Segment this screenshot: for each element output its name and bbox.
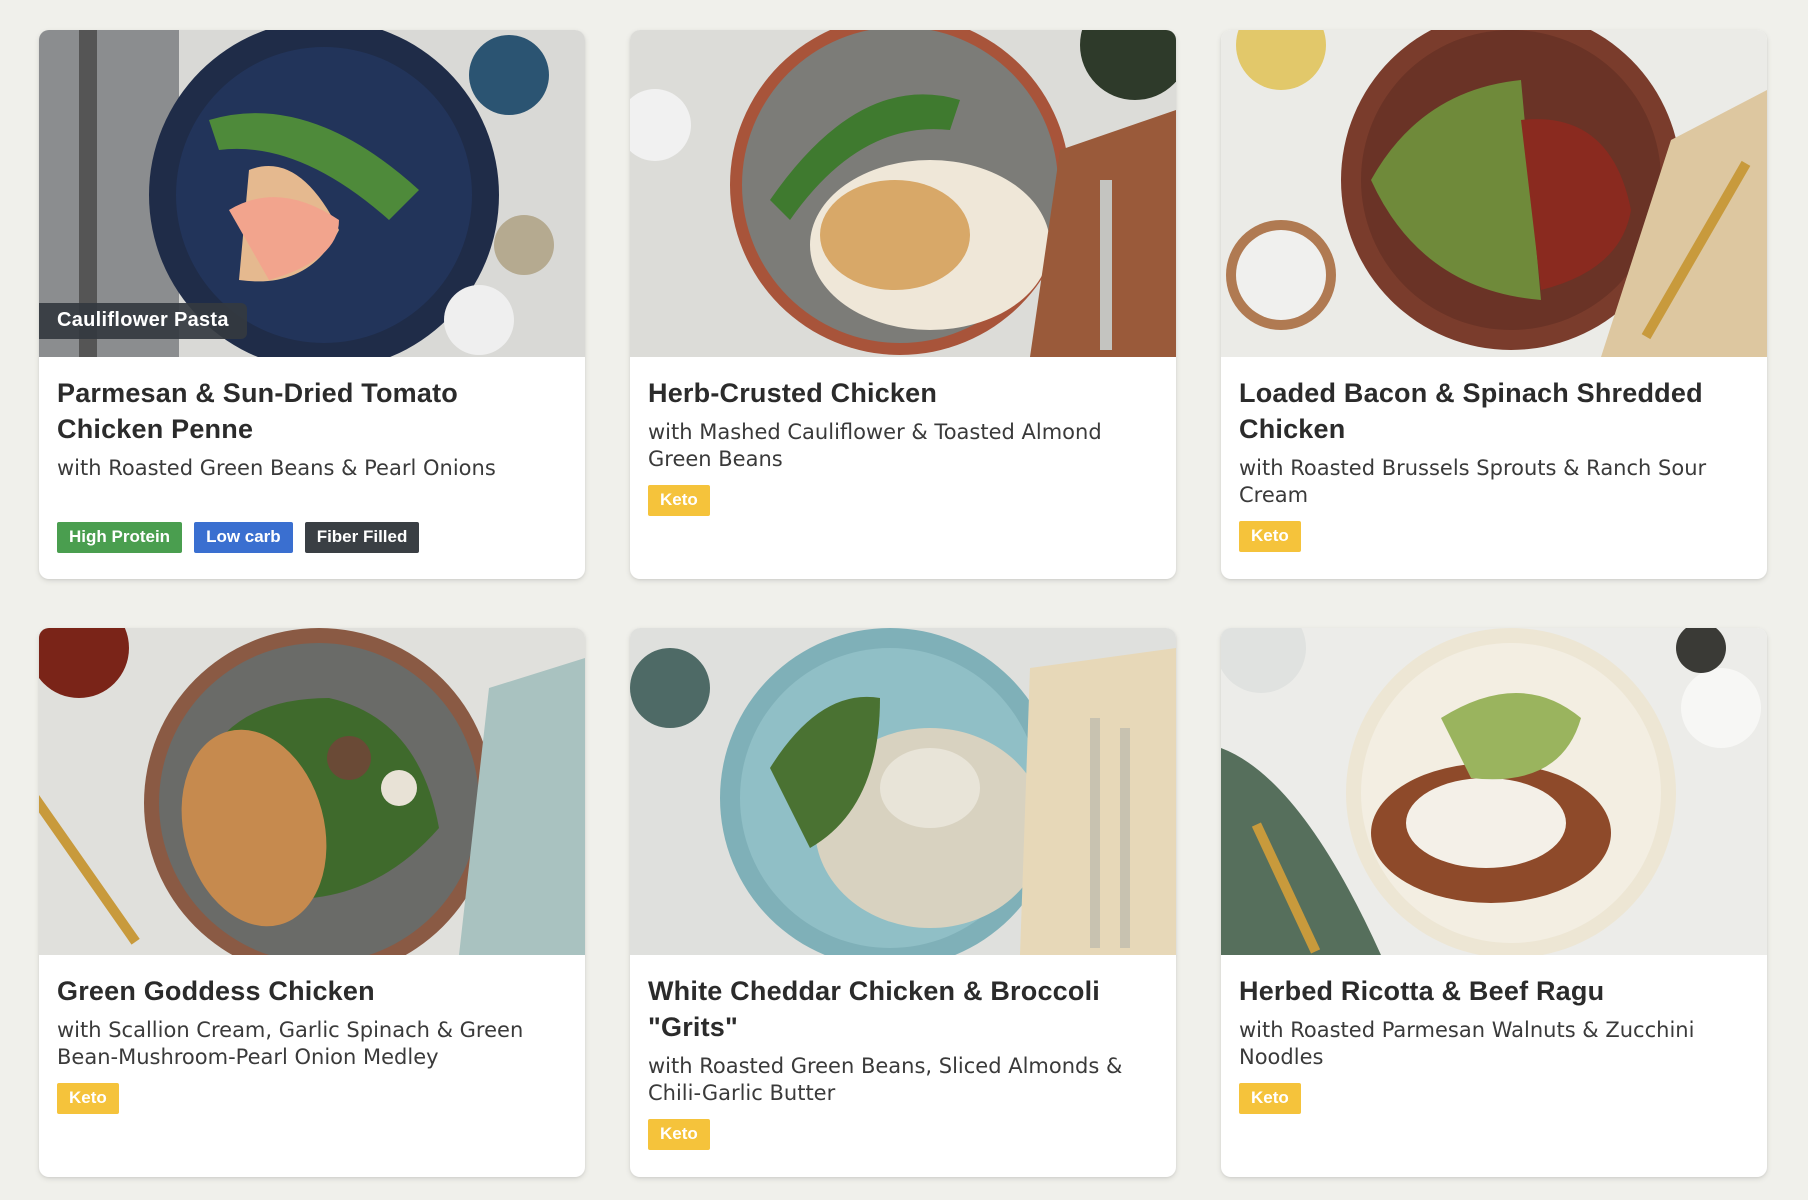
image-badge: Cauliflower Pasta xyxy=(39,303,247,339)
tag-low-carb: Low carb xyxy=(194,522,293,553)
meal-photo xyxy=(39,628,585,955)
tag-list: Keto xyxy=(57,1083,567,1114)
tag-list: Keto xyxy=(648,485,1158,516)
meal-subtitle: with Roasted Brussels Sprouts & Ranch So… xyxy=(1239,456,1707,507)
meal-subtitle: with Roasted Parmesan Walnuts & Zucchini… xyxy=(1239,1018,1695,1069)
meal-photo: Cauliflower Pasta xyxy=(39,30,585,357)
tag-list: Keto xyxy=(1239,1083,1749,1114)
meal-subtitle: with Roasted Green Beans & Pearl Onions xyxy=(57,456,496,480)
tag-keto: Keto xyxy=(648,485,710,516)
meal-title: Herb-Crusted Chicken xyxy=(648,378,938,408)
meal-title: Parmesan & Sun-Dried Tomato Chicken Penn… xyxy=(57,378,458,444)
tag-keto: Keto xyxy=(1239,1083,1301,1114)
meal-photo xyxy=(630,30,1176,357)
tag-keto: Keto xyxy=(1239,521,1301,552)
meal-card[interactable]: Cauliflower Pasta Parmesan & Sun-Dried T… xyxy=(39,30,585,579)
meal-title: White Cheddar Chicken & Broccoli "Grits" xyxy=(648,976,1100,1042)
tag-keto: Keto xyxy=(648,1119,710,1150)
meal-subtitle: with Roasted Green Beans, Sliced Almonds… xyxy=(648,1054,1123,1105)
tag-high-protein: High Protein xyxy=(57,522,183,553)
meal-card[interactable]: Herb-Crusted Chicken with Mashed Caulifl… xyxy=(630,30,1176,579)
tag-list: Keto xyxy=(1239,521,1749,552)
tag-fiber-filled: Fiber Filled xyxy=(304,522,420,553)
meal-card[interactable]: Green Goddess Chicken with Scallion Crea… xyxy=(39,628,585,1177)
meal-photo xyxy=(1221,30,1767,357)
tag-keto: Keto xyxy=(57,1083,119,1114)
tag-list: Keto xyxy=(648,1119,1158,1150)
meal-photo xyxy=(1221,628,1767,955)
meal-photo xyxy=(630,628,1176,955)
meal-grid: Cauliflower Pasta Parmesan & Sun-Dried T… xyxy=(39,30,1767,1177)
meal-subtitle: with Scallion Cream, Garlic Spinach & Gr… xyxy=(57,1018,524,1069)
meal-card[interactable]: Herbed Ricotta & Beef Ragu with Roasted … xyxy=(1221,628,1767,1177)
meal-title: Green Goddess Chicken xyxy=(57,976,375,1006)
meal-title: Herbed Ricotta & Beef Ragu xyxy=(1239,976,1605,1006)
meal-card[interactable]: White Cheddar Chicken & Broccoli "Grits"… xyxy=(630,628,1176,1177)
meal-subtitle: with Mashed Cauliflower & Toasted Almond… xyxy=(648,420,1102,471)
meal-card[interactable]: Loaded Bacon & Spinach Shredded Chicken … xyxy=(1221,30,1767,579)
meal-title: Loaded Bacon & Spinach Shredded Chicken xyxy=(1239,378,1703,444)
tag-list: High Protein Low carb Fiber Filled xyxy=(57,522,567,553)
